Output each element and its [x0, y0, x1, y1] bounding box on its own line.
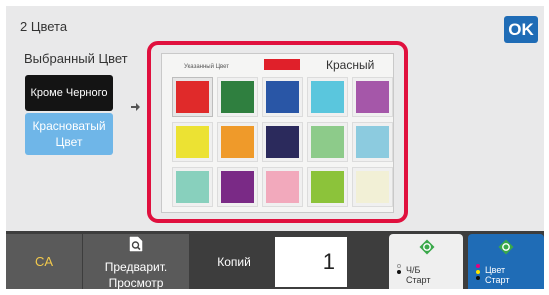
swatch-green[interactable] — [217, 77, 258, 117]
preview-label-line1: Предварит. — [104, 260, 168, 274]
swatch-lime[interactable] — [307, 167, 348, 207]
color-start-label: Цвет Старт — [485, 265, 509, 285]
reddish-color-button[interactable]: Красноватый Цвет — [25, 113, 113, 155]
palette-highlight-frame: Указанный Цвет Красный — [147, 41, 408, 223]
swatch-violet[interactable] — [217, 167, 258, 207]
color-label-line1: Цвет — [485, 265, 506, 275]
swatch-color-blue — [266, 81, 299, 113]
bw-label-line1: Ч/Б — [406, 265, 421, 275]
swatch-color-yellow — [176, 126, 209, 158]
bw-start-label: Ч/Б Старт — [406, 265, 430, 285]
start-diamond-icon — [419, 239, 435, 255]
swatch-light-blue[interactable] — [352, 122, 393, 162]
color-label-line2: Старт — [485, 275, 510, 285]
swatch-color-cyan — [311, 81, 344, 113]
swatch-purple[interactable] — [352, 77, 393, 117]
swatch-color-light-blue — [356, 126, 389, 158]
swatch-color-light-green — [311, 126, 344, 158]
bw-toner-dots-icon — [397, 264, 403, 276]
swatch-cyan[interactable] — [307, 77, 348, 117]
swatch-orange[interactable] — [217, 122, 258, 162]
swatch-cream[interactable] — [352, 167, 393, 207]
bw-start-button[interactable]: Ч/Б Старт — [389, 234, 463, 289]
bw-label-line2: Старт — [406, 275, 431, 285]
copies-label: Копий — [217, 254, 251, 269]
swatch-red[interactable] — [172, 77, 213, 117]
swatch-color-mint — [176, 171, 209, 203]
color-palette: Указанный Цвет Красный — [161, 53, 394, 213]
ok-button[interactable]: OK — [504, 16, 538, 43]
bottom-bar: CA Предварит. Просмотр Копий 1 Ч/Б Старт… — [6, 231, 544, 289]
swatch-color-green — [221, 81, 254, 113]
swatch-color-orange — [221, 126, 254, 158]
swatch-color-cream — [356, 171, 389, 203]
swatch-color-purple — [356, 81, 389, 113]
preview-icon — [129, 236, 143, 252]
page-title: 2 Цвета — [20, 19, 68, 34]
ca-button[interactable]: CA — [6, 234, 82, 289]
swatch-color-red — [176, 81, 209, 113]
swatch-light-green[interactable] — [307, 122, 348, 162]
copier-screen: 2 Цвета OK Выбранный Цвет Кроме Черного … — [6, 6, 544, 289]
swatch-navy[interactable] — [262, 122, 303, 162]
swatch-pink[interactable] — [262, 167, 303, 207]
swatch-color-pink — [266, 171, 299, 203]
swatch-color-navy — [266, 126, 299, 158]
specified-color-swatch — [264, 59, 300, 70]
specified-color-label: Указанный Цвет — [184, 64, 230, 70]
specified-color-name: Красный — [326, 58, 375, 72]
swatch-color-lime — [311, 171, 344, 203]
start-diamond-icon — [498, 239, 514, 255]
color-start-button[interactable]: Цвет Старт — [468, 234, 544, 289]
arrow-right-icon — [131, 103, 140, 111]
main-panel: 2 Цвета OK Выбранный Цвет Кроме Черного … — [6, 6, 544, 231]
selected-color-label: Выбранный Цвет — [24, 51, 128, 66]
preview-label-line2: Просмотр — [108, 276, 164, 289]
swatch-mint[interactable] — [172, 167, 213, 207]
swatch-color-violet — [221, 171, 254, 203]
color-toner-dots-icon — [476, 264, 482, 282]
preview-button[interactable]: Предварит. Просмотр — [83, 234, 189, 289]
copies-input[interactable]: 1 — [275, 237, 347, 287]
except-black-button[interactable]: Кроме Черного — [25, 75, 113, 111]
swatch-yellow[interactable] — [172, 122, 213, 162]
swatch-blue[interactable] — [262, 77, 303, 117]
